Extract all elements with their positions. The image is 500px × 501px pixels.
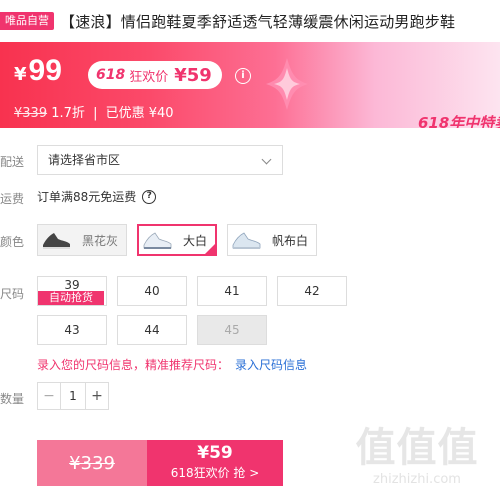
size-option-44[interactable]: 44 (117, 315, 187, 345)
delivery-label: 配送 (0, 155, 25, 169)
enter-size-link[interactable]: 录入尺码信息 (235, 358, 307, 372)
size-option-41[interactable]: 41 (197, 276, 267, 306)
buy-button[interactable]: ¥339 ¥59 618狂欢价 抢 > (37, 440, 283, 486)
promo-text: 狂欢价 (129, 69, 169, 85)
currency-symbol: ¥ (14, 64, 27, 85)
color-option-canvas-white[interactable]: 帆布白 (227, 224, 317, 256)
site-watermark: 值值值 zhizhizhi.com (342, 424, 492, 494)
buy-action-label: 618狂欢价 抢 > (170, 466, 260, 480)
promo-618-label: 618 (96, 67, 126, 83)
vip-self-run-tag: 唯品自营 (0, 12, 54, 30)
product-title: 【速浪】情侣跑鞋夏季舒适透气轻薄缓震休闲运动男跑步鞋 (60, 12, 456, 31)
selected-check-icon (203, 242, 217, 256)
separator: | (93, 106, 98, 121)
saved-amount: 已优惠 ¥40 (105, 106, 174, 121)
size-option-42[interactable]: 42 (277, 276, 347, 306)
sparkle-decoration-icon (266, 58, 308, 110)
color-option-label: 帆布白 (272, 233, 309, 248)
size-option-40[interactable]: 40 (117, 276, 187, 306)
buy-price: ¥59 (197, 443, 233, 463)
price-banner: ¥99 618 狂欢价 ¥59 i ¥339 1.7折 | 已优惠 ¥40 61… (0, 42, 500, 128)
watermark-site: zhizhizhi.com (373, 472, 461, 487)
discount-rate: 1.7折 (51, 106, 85, 121)
shoe-thumbnail-icon (228, 225, 264, 255)
size-label: 尺码 (0, 287, 25, 301)
size-option-39[interactable]: 39 自动抢货 (37, 276, 107, 306)
current-price: ¥99 (14, 54, 62, 88)
region-select[interactable]: 请选择省市区 (37, 145, 283, 175)
quantity-label: 数量 (0, 392, 25, 406)
chevron-down-icon (261, 154, 272, 165)
color-option-white[interactable]: 大白 (137, 224, 217, 256)
watermark-logo: 值值值 (355, 425, 479, 471)
shoe-thumbnail-icon (38, 225, 74, 255)
color-label: 颜色 (0, 235, 25, 249)
color-option-black-grey[interactable]: 黑花灰 (37, 224, 127, 256)
size-option-43[interactable]: 43 (37, 315, 107, 345)
promo-badge: 618 狂欢价 ¥59 (88, 61, 222, 89)
region-placeholder: 请选择省市区 (48, 153, 121, 167)
price-value: 99 (28, 54, 62, 87)
increase-button[interactable]: + (86, 383, 108, 409)
buy-now-button[interactable]: ¥59 618狂欢价 抢 > (147, 440, 283, 486)
original-price-strike: ¥339 (69, 452, 115, 474)
promo-price: ¥59 (174, 64, 212, 86)
quantity-stepper: − 1 + (37, 382, 109, 410)
color-option-label: 黑花灰 (82, 233, 119, 248)
promo-event-title: 618年中特卖 (418, 114, 500, 128)
size-value: 39 (64, 278, 80, 292)
info-icon[interactable]: i (235, 68, 251, 84)
buy-original-price: ¥339 (37, 440, 147, 486)
decrease-button[interactable]: − (38, 383, 60, 409)
size-option-45[interactable]: 45 (197, 315, 267, 345)
help-icon[interactable]: ? (142, 189, 157, 204)
size-hint-text: 录入您的尺码信息，精准推荐尺码： (37, 358, 230, 372)
freight-label: 运费 (0, 192, 25, 206)
shoe-thumbnail-icon (139, 225, 175, 255)
title-row: 唯品自营 【速浪】情侣跑鞋夏季舒适透气轻薄缓震休闲运动男跑步鞋 (0, 8, 500, 34)
auto-grab-tag: 自动抢货 (38, 291, 104, 305)
original-price: ¥339 (14, 106, 48, 121)
size-hint: 录入您的尺码信息，精准推荐尺码： 录入尺码信息 (37, 356, 307, 373)
price-sub-line: ¥339 1.7折 | 已优惠 ¥40 (14, 102, 174, 121)
freight-text: 订单满88元免运费 (37, 190, 137, 204)
quantity-value[interactable]: 1 (60, 383, 86, 409)
freight-info: 订单满88元免运费 ? (37, 188, 157, 205)
